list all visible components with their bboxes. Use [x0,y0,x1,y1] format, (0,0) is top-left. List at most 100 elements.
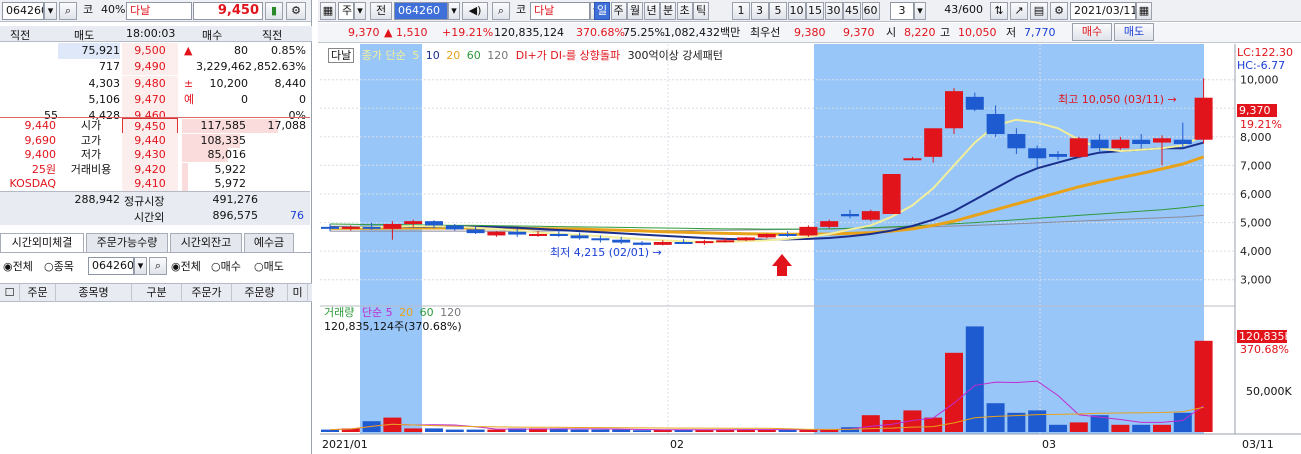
info-ratio: 75.25% [623,26,665,39]
ob-h-bid: 매수 [202,29,223,42]
volume-bar [321,429,339,432]
radio-sell[interactable]: ○매도 [254,258,284,274]
period-button[interactable]: 년 [643,2,660,20]
candle-body [1194,97,1213,140]
high-annotation: 최고 10,050 (03/11) → [1058,93,1177,106]
vol-legend-ma-label: 단순 [361,306,383,319]
candle-body [508,231,527,235]
bid-price[interactable]: 9,430 [122,147,178,164]
tab-afterhours-unfilled[interactable]: 시간외미체결 [0,233,84,252]
chart-code-dropdown[interactable]: ▾ [448,2,460,20]
chart-menu-icon[interactable]: ▦ [320,2,336,20]
ask-row[interactable]: 75,921 9,500 ▲ 80 0.85% [0,43,308,59]
ob-h-ask: 매도 [74,29,95,42]
bid-price[interactable]: 9,420 [122,161,178,178]
save-icon[interactable]: ▤ [1030,2,1048,20]
filter-code-dropdown[interactable]: ▾ [134,257,147,275]
draw-tool-icon[interactable]: ↗ [1010,2,1028,20]
candle-body [612,239,631,243]
ask-side3: 8,440 [274,76,307,90]
candle-body [1028,148,1047,159]
n-value-dropdown[interactable]: ▾ [914,2,926,20]
ask-row[interactable]: 717 9,490 3,229,462,852.63% [0,59,308,76]
buy-button[interactable]: 매수 [1072,23,1112,41]
search-icon[interactable]: ⌕ [59,2,77,20]
interval-button[interactable]: 1 [732,2,750,20]
ask-side1: ± [184,76,194,90]
col-order: 주문 [20,284,56,302]
tab-afterhours-balance[interactable]: 시간외잔고 [170,233,242,252]
vol-legend-ma60: 60 [419,306,434,319]
interval-button[interactable]: 5 [769,2,787,20]
interval-button[interactable]: 10 [787,2,806,20]
period-button[interactable]: 주 [610,2,627,20]
n-value-input[interactable]: 3 [890,2,914,20]
radio-all-item[interactable]: ◉전체 [3,258,33,274]
select-all-checkbox[interactable]: ☐ [0,284,20,302]
lc-label: LC:122.30 [1237,46,1294,59]
speaker-icon[interactable]: ◀) [462,2,488,20]
stock-code-input[interactable]: 064260 [2,2,44,20]
period-button[interactable]: 틱 [693,2,709,20]
period-button[interactable]: 일 [594,2,610,20]
tab-orderable-qty[interactable]: 주문가능수량 [86,233,168,252]
filter-search-icon[interactable]: ⌕ [149,257,167,275]
sell-button[interactable]: 매도 [1114,23,1154,41]
chart-type-dropdown[interactable]: ▾ [354,2,366,20]
interval-button[interactable]: 15 [806,2,824,20]
stock-name-field[interactable]: 다날 [126,2,192,20]
ask-side2: 80 [234,44,248,57]
ask-qty: 75,921 [58,43,120,59]
compare-icon[interactable]: ⇅ [990,2,1008,20]
volume-bar [612,429,631,432]
interval-button[interactable]: 60 [861,2,880,20]
chart-search-icon[interactable]: ⌕ [492,2,510,20]
interval-button[interactable]: 3 [750,2,769,20]
bid-price[interactable]: 9,410 [122,176,178,193]
radio-all-side[interactable]: ◉전체 [171,258,201,274]
tab-deposit[interactable]: 예수금 [244,233,294,252]
ask-bid-divider [0,117,310,118]
ask-side1: 예 [184,92,195,106]
ob-h-time: 18:00:03 [126,27,176,40]
ask-row[interactable]: 5,106 9,470 예 0 0 [0,91,308,108]
chart-code-input[interactable]: 064260 [394,2,448,20]
prev-stock-button[interactable]: 전 [370,2,392,20]
bid-price[interactable]: 9,440 [122,132,178,149]
radio-buy[interactable]: ○매수 [211,258,241,274]
ask-price[interactable]: 9,500 [122,43,178,59]
period-button[interactable]: 초 [676,2,693,20]
volume-bar [570,429,589,432]
ask-side3: ,852.63% [253,60,306,74]
gear-icon[interactable]: ⚙ [286,2,306,20]
info-vol-rate: 370.68% [576,26,625,39]
volume-bar [1153,424,1171,432]
chart-link-icon[interactable]: ▮ [265,2,283,20]
filter-code-input[interactable]: 064260 [88,257,134,275]
ask-row[interactable]: 4,303 9,480 ±10,200 8,440 [0,75,308,92]
vol-legend-ma5: 5 [385,306,393,319]
interval-button[interactable]: 45 [843,2,861,20]
info-high: 10,050 [958,26,997,39]
legend-ma-label: 종가 단순 [361,49,406,62]
chart-type-select[interactable]: 주 [338,2,354,20]
info-pref-ask: 9,380 [794,26,826,39]
chart-stock-name[interactable]: 다날 [530,2,590,20]
chart-date-input[interactable]: 2021/03/11 [1070,2,1136,20]
interval-button[interactable]: 30 [824,2,843,20]
col-order-qty: 주문량 [232,284,288,302]
ask-price[interactable]: 9,490 [122,59,178,76]
code-dropdown-button[interactable]: ▾ [44,2,57,20]
highlight-band-jan [360,44,422,434]
period-button[interactable]: 분 [660,2,676,20]
ask-price[interactable]: 9,470 [122,91,178,108]
settings-icon[interactable]: ⚙ [1050,2,1068,20]
candle-body [820,221,839,227]
calendar-icon[interactable]: ▦ [1136,2,1152,20]
ask-price[interactable]: 9,480 [122,75,178,92]
candle-body [529,234,547,236]
candle-body [965,96,984,110]
radio-item[interactable]: ○종목 [44,258,74,274]
filter-row: ◉전체 ○종목 064260 ▾ ⌕ ◉전체 ○매수 ○매도 [0,255,312,277]
period-button[interactable]: 월 [627,2,643,20]
